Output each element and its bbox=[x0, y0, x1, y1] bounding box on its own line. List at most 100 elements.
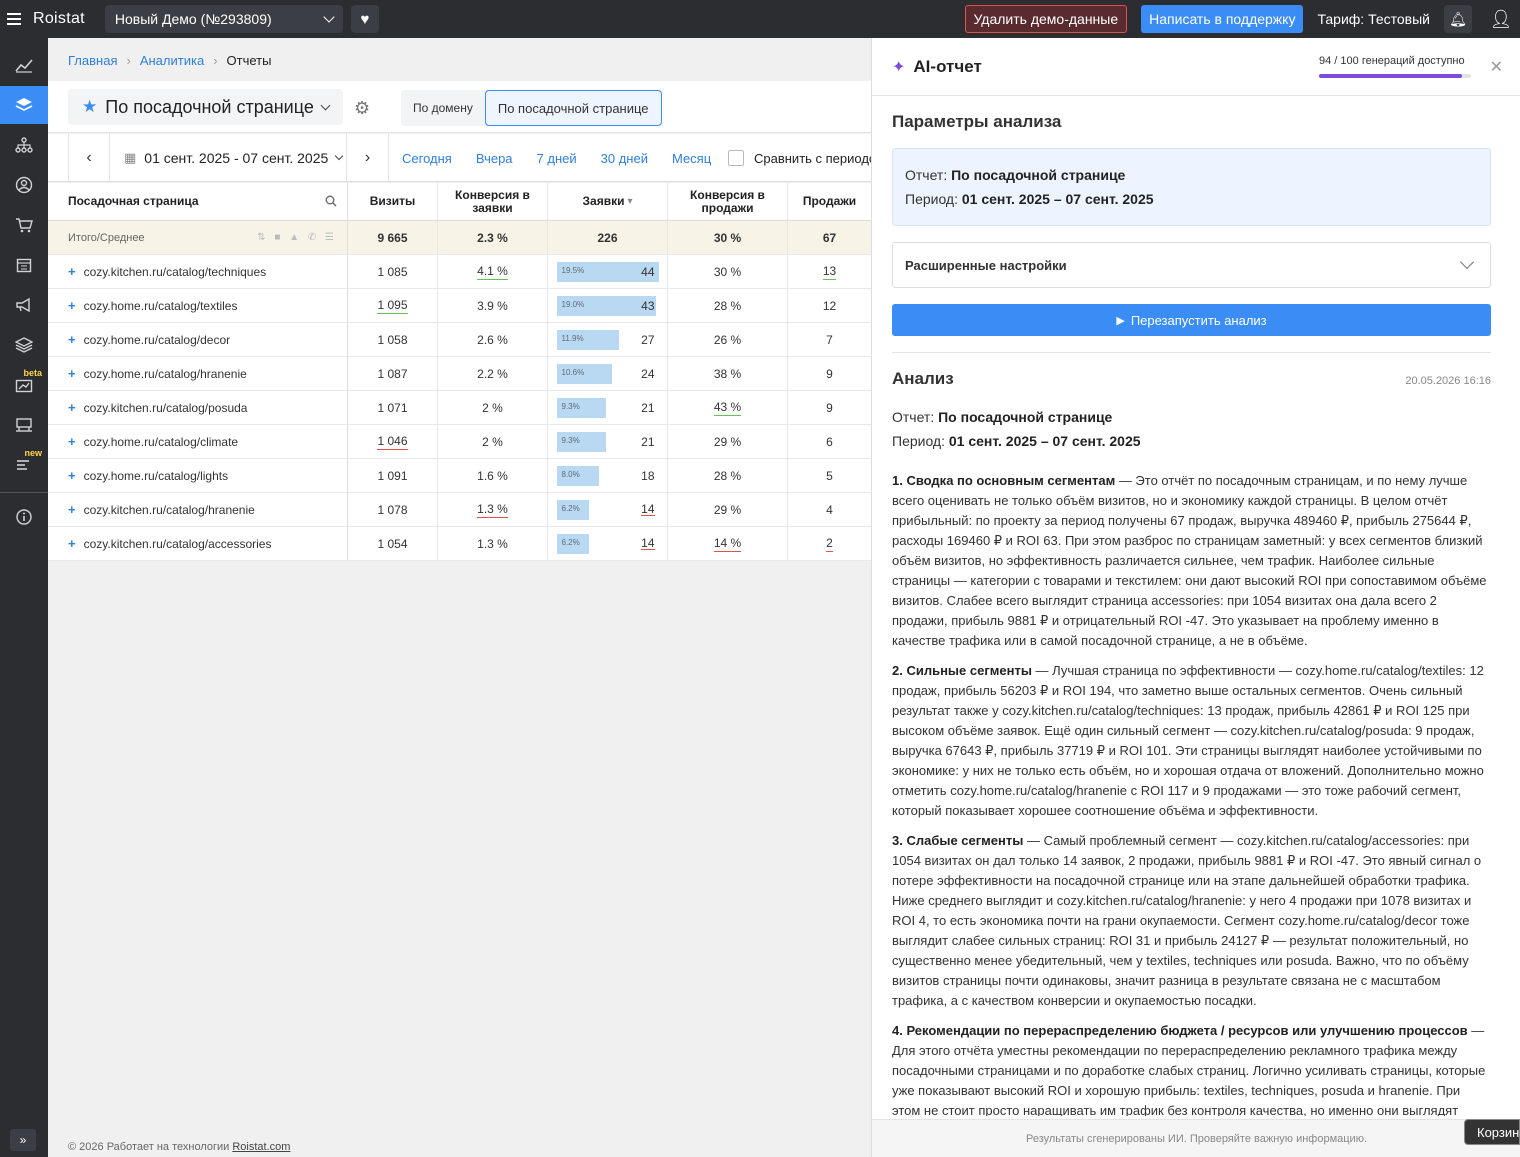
analysis-period-value: 01 сент. 2025 – 07 сент. 2025 bbox=[948, 433, 1141, 449]
leads-value[interactable]: 14 bbox=[641, 537, 655, 550]
heart-icon[interactable]: ♥ bbox=[350, 5, 379, 33]
table-row[interactable]: + cozy.kitchen.ru/catalog/techniques 1 085… bbox=[48, 255, 871, 289]
store-icon[interactable] bbox=[0, 406, 48, 444]
expand-row-icon[interactable]: + bbox=[68, 400, 76, 415]
leads-value[interactable]: 18 bbox=[641, 469, 654, 483]
table-row[interactable]: + cozy.kitchen.ru/catalog/accessories 1 05… bbox=[48, 527, 871, 561]
leads-value[interactable]: 43 bbox=[641, 299, 654, 313]
user-circle-icon[interactable] bbox=[0, 166, 48, 204]
advanced-settings[interactable]: Расширенные настройки bbox=[892, 242, 1491, 288]
breadcrumb-analytics[interactable]: Аналитика bbox=[140, 53, 204, 68]
expand-row-icon[interactable]: + bbox=[68, 298, 76, 313]
expand-row-icon[interactable]: + bbox=[68, 536, 76, 551]
quick-date-7d[interactable]: 7 дней bbox=[537, 151, 577, 166]
expand-row-icon[interactable]: + bbox=[68, 264, 76, 279]
delete-demo-button[interactable]: Удалить демо-данные bbox=[964, 5, 1128, 33]
leads-value[interactable]: 14 bbox=[641, 503, 655, 516]
expand-row-icon[interactable]: + bbox=[68, 502, 76, 517]
landing-url[interactable]: cozy.home.ru/catalog/climate bbox=[84, 435, 239, 449]
landing-url[interactable]: cozy.home.ru/catalog/lights bbox=[84, 469, 229, 483]
landing-url[interactable]: cozy.kitchen.ru/catalog/accessories bbox=[84, 537, 272, 551]
total-tools-icons[interactable]: ⇅ ■ ▲ ✆ ☰ bbox=[257, 232, 337, 243]
megaphone-icon[interactable] bbox=[0, 286, 48, 324]
sales-value[interactable]: 2 bbox=[826, 536, 833, 552]
rerun-analysis-button[interactable]: ▶ Перезапустить анализ bbox=[892, 304, 1491, 336]
gear-icon[interactable]: ⚙ bbox=[354, 98, 370, 119]
analytics-icon[interactable]: beta bbox=[0, 366, 48, 404]
user-icon[interactable]: 👤︎ bbox=[1482, 0, 1520, 38]
leads-value[interactable]: 21 bbox=[641, 401, 654, 415]
layers-icon[interactable] bbox=[0, 86, 48, 124]
menu-icon[interactable] bbox=[7, 13, 21, 25]
close-icon[interactable]: ✕ bbox=[1490, 57, 1503, 77]
landing-url[interactable]: cozy.kitchen.ru/catalog/techniques bbox=[84, 265, 267, 279]
quick-date-month[interactable]: Месяц bbox=[672, 151, 711, 166]
table-row[interactable]: + cozy.kitchen.ru/catalog/hranenie 1 078 1.… bbox=[48, 493, 871, 527]
footer: © 2026 Работает на технологии Roistat.co… bbox=[68, 1141, 290, 1157]
landing-url[interactable]: cozy.home.ru/catalog/decor bbox=[84, 333, 231, 347]
expand-row-icon[interactable]: + bbox=[68, 366, 76, 381]
leads-value[interactable]: 44 bbox=[641, 265, 654, 279]
quick-date-30d[interactable]: 30 дней bbox=[601, 151, 648, 166]
sales-value[interactable]: 9 bbox=[826, 367, 833, 381]
bars-icon[interactable]: new bbox=[0, 446, 48, 484]
compare-checkbox[interactable] bbox=[728, 150, 744, 166]
landing-url[interactable]: cozy.home.ru/catalog/textiles bbox=[84, 299, 238, 313]
sales-value[interactable]: 6 bbox=[826, 435, 833, 449]
table-row[interactable]: + cozy.home.ru/catalog/decor 1 058 2.6 % 11.… bbox=[48, 323, 871, 357]
star-icon[interactable]: ★ bbox=[82, 97, 97, 117]
expand-row-icon[interactable]: + bbox=[68, 468, 76, 483]
table-row[interactable]: + cozy.home.ru/catalog/climate 1 046 2 % 9.3… bbox=[48, 425, 871, 459]
prev-period-button[interactable]: ‹ bbox=[68, 134, 110, 182]
expand-sidebar-icon[interactable]: » bbox=[10, 1129, 36, 1151]
table-row[interactable]: + cozy.kitchen.ru/catalog/posuda 1 071 2 % 9… bbox=[48, 391, 871, 425]
col-sales[interactable]: Продажи bbox=[788, 183, 871, 220]
col-visits[interactable]: Визиты bbox=[348, 183, 438, 220]
tab-by-landing[interactable]: По посадочной странице bbox=[484, 90, 662, 126]
search-icon[interactable] bbox=[325, 195, 337, 210]
col-conv-leads[interactable]: Конверсия в заявки bbox=[438, 183, 548, 220]
landing-url[interactable]: cozy.home.ru/catalog/hranenie bbox=[84, 367, 247, 381]
quick-date-yesterday[interactable]: Вчера bbox=[476, 151, 513, 166]
tab-by-domain[interactable]: По домену bbox=[401, 90, 485, 126]
sales-value[interactable]: 12 bbox=[823, 299, 836, 313]
date-range-picker[interactable]: ▦ 01 сент. 2025 - 07 сент. 2025 bbox=[110, 134, 347, 182]
report-select[interactable]: ★ По посадочной странице bbox=[68, 89, 343, 125]
expand-row-icon[interactable]: + bbox=[68, 332, 76, 347]
col-leads[interactable]: Заявки ▾ bbox=[548, 183, 668, 220]
footer-link[interactable]: Roistat.com bbox=[232, 1141, 290, 1153]
expand-row-icon[interactable]: + bbox=[68, 434, 76, 449]
project-select[interactable]: Новый Демо (№293809) bbox=[104, 5, 343, 33]
sales-value[interactable]: 4 bbox=[826, 503, 833, 517]
col-landing[interactable]: Посадочная страница bbox=[48, 183, 348, 220]
table-row[interactable]: + cozy.home.ru/catalog/lights 1 091 1.6 % 8.… bbox=[48, 459, 871, 493]
table-row[interactable]: + cozy.home.ru/catalog/textiles 1 095 3.9 %… bbox=[48, 289, 871, 323]
leads-value[interactable]: 24 bbox=[641, 367, 654, 381]
leads-value[interactable]: 21 bbox=[641, 435, 654, 449]
sales-value[interactable]: 7 bbox=[826, 333, 833, 347]
sales-cell: 2 bbox=[788, 527, 871, 560]
col-conv-sales[interactable]: Конверсия в продажи bbox=[668, 183, 788, 220]
landing-url[interactable]: cozy.kitchen.ru/catalog/posuda bbox=[84, 401, 248, 415]
info-icon[interactable] bbox=[0, 498, 48, 536]
table-row[interactable]: + cozy.home.ru/catalog/hranenie 1 087 2.2 %… bbox=[48, 357, 871, 391]
hierarchy-icon[interactable] bbox=[0, 126, 48, 164]
leads-value[interactable]: 27 bbox=[641, 333, 654, 347]
breadcrumb-home[interactable]: Главная bbox=[68, 53, 117, 68]
sales-value[interactable]: 5 bbox=[826, 469, 833, 483]
calendar-icon[interactable] bbox=[0, 246, 48, 284]
compare-period[interactable]: Сравнить с периодом bbox=[728, 150, 871, 166]
next-period-button[interactable]: › bbox=[347, 134, 389, 182]
tariff-label[interactable]: Тариф: Тестовый bbox=[1317, 11, 1430, 27]
support-button[interactable]: Написать в поддержку bbox=[1141, 5, 1304, 33]
landing-url[interactable]: cozy.kitchen.ru/catalog/hranenie bbox=[84, 503, 255, 517]
cart-tooltip[interactable]: Корзина bbox=[1464, 1119, 1520, 1145]
chart-icon[interactable] bbox=[0, 46, 48, 84]
logo[interactable]: Roistat bbox=[33, 10, 85, 28]
cart-icon[interactable] bbox=[0, 206, 48, 244]
sales-value[interactable]: 13 bbox=[822, 264, 837, 280]
bell-icon[interactable]: 🔔︎ bbox=[1444, 5, 1472, 33]
quick-date-today[interactable]: Сегодня bbox=[402, 151, 452, 166]
sales-value[interactable]: 9 bbox=[826, 401, 833, 415]
stack-icon[interactable] bbox=[0, 326, 48, 364]
